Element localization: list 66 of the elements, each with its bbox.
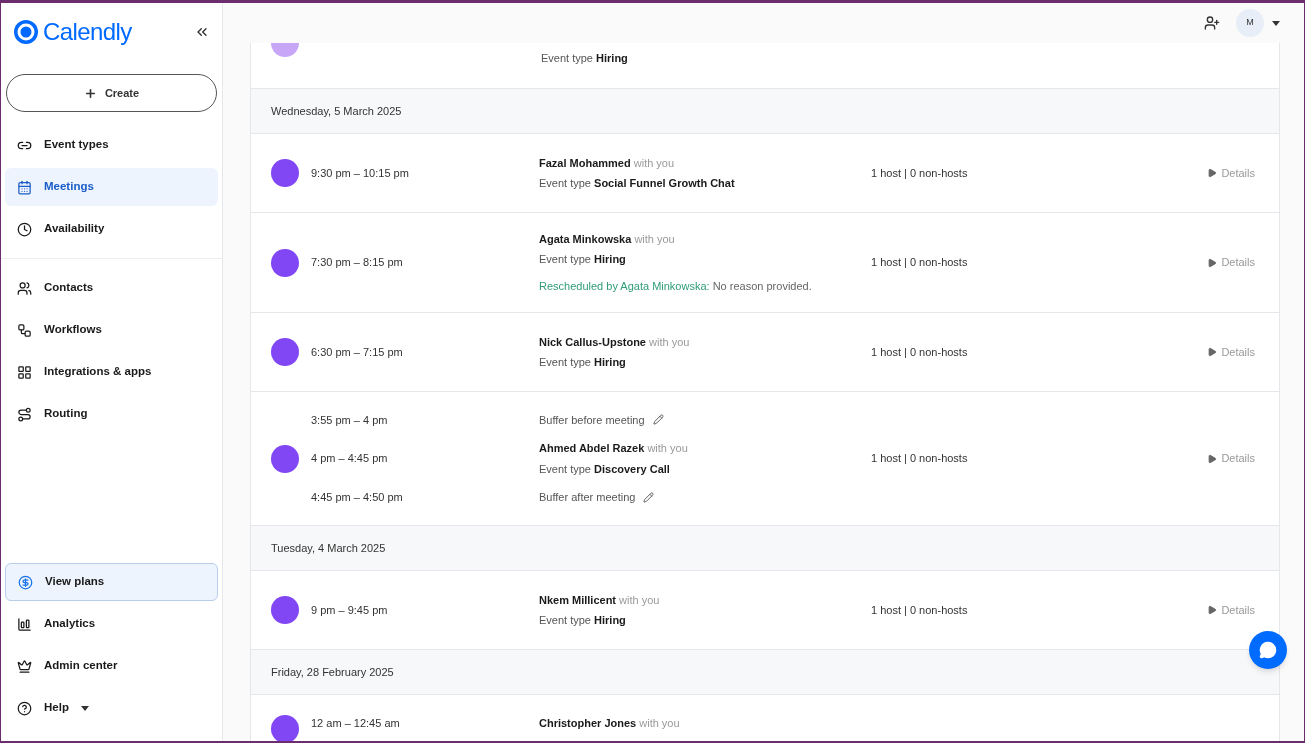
- invitee-text: Nkem Millicent with you: [539, 592, 661, 608]
- time-range: 7:30 pm – 8:15 pm: [311, 255, 404, 271]
- time-range: 9:30 pm – 10:15 pm: [311, 165, 410, 181]
- nav-icon: [17, 364, 32, 380]
- edit-icon[interactable]: [652, 414, 664, 426]
- invitee-text: Christopher Jones with you: [539, 716, 681, 731]
- edit-icon[interactable]: [643, 491, 655, 503]
- invitee-text: Fazal Mohammed with you: [539, 155, 676, 171]
- invitee-text: Agata Minkowska with you: [539, 231, 676, 247]
- avatar[interactable]: M: [1236, 9, 1264, 37]
- nav-icon: [17, 322, 32, 338]
- date-header: Wednesday, 5 March 2025: [251, 89, 1279, 134]
- invitee-text: Ahmed Abdel Razek with you: [539, 441, 689, 456]
- nav-item[interactable]: Availability: [5, 210, 218, 248]
- time-range: 4:45 pm – 4:50 pm: [311, 489, 404, 505]
- nav-item[interactable]: Workflows: [5, 311, 218, 349]
- chat-icon: [1259, 641, 1277, 659]
- nav-icon: [17, 179, 32, 195]
- add-user-icon[interactable]: [1204, 15, 1220, 31]
- event-type-text: Event type Hiring: [541, 51, 628, 66]
- event-type-text: Event type Discovery Call: [539, 461, 671, 477]
- dollar-icon: [18, 574, 33, 590]
- caret-icon: [1207, 168, 1218, 178]
- nav-item[interactable]: Analytics: [5, 605, 218, 643]
- nav-icon: [17, 700, 32, 716]
- nav-item[interactable]: Meetings: [5, 168, 218, 206]
- nav-item[interactable]: Help: [5, 689, 218, 727]
- caret-icon[interactable]: [1272, 20, 1280, 26]
- nav-item[interactable]: Routing: [5, 395, 218, 433]
- date-header: Friday, 28 February 2025: [251, 650, 1279, 695]
- reschedule-note: Rescheduled by Agata Minkowska: No reason provided.: [539, 278, 813, 294]
- nav-item[interactable]: Admin center: [5, 647, 218, 685]
- time-range: 9 pm – 9:45 pm: [311, 602, 389, 618]
- hosts-text: 1 host | 0 non-hosts: [871, 603, 968, 616]
- time-range: 12 am – 12:45 am: [311, 716, 401, 731]
- nav-item[interactable]: Contacts: [5, 269, 218, 307]
- caret-icon: [1207, 605, 1218, 615]
- event-type-text: Event type Hiring: [539, 252, 627, 268]
- hosts-text: 1 host | 0 non-hosts: [871, 256, 968, 269]
- event-type-text: Event type Hiring: [539, 613, 627, 628]
- hosts-text: 1 host | 0 non-hosts: [871, 166, 968, 179]
- caret-icon: [1207, 453, 1218, 464]
- nav-item[interactable]: Integrations & apps: [5, 353, 218, 391]
- nav-item[interactable]: Event types: [5, 126, 218, 164]
- buffer-label: Buffer after meeting: [539, 490, 636, 505]
- nav-icon: [17, 280, 32, 296]
- event-type-text: Event type Hiring: [539, 355, 627, 370]
- event-type-text: Event type Social Funnel Growth Chat: [539, 176, 736, 191]
- time-range: 4 pm – 4:45 pm: [311, 451, 389, 467]
- caret-icon: [1207, 257, 1218, 268]
- hosts-text: 1 host | 0 non-hosts: [871, 452, 968, 465]
- time-range: 3:55 pm – 4 pm: [311, 412, 389, 428]
- nav-icon: [17, 221, 32, 237]
- date-header: Tuesday, 4 March 2025: [251, 526, 1279, 571]
- nav-icon: [17, 406, 32, 422]
- logo-text: Calendly: [43, 17, 132, 47]
- nav-icon: [17, 616, 32, 632]
- plus-icon: [83, 86, 97, 100]
- view-plans-button[interactable]: View plans: [5, 563, 218, 601]
- logo-icon: [13, 19, 39, 45]
- nav-icon: [17, 658, 32, 674]
- time-range: 6:30 pm – 7:15 pm: [311, 344, 404, 360]
- buffer-label: Buffer before meeting: [539, 412, 645, 428]
- caret-icon: [1207, 347, 1218, 357]
- invitee-text: Nick Callus-Upstone with you: [539, 334, 691, 350]
- hosts-text: 1 host | 0 non-hosts: [871, 345, 968, 358]
